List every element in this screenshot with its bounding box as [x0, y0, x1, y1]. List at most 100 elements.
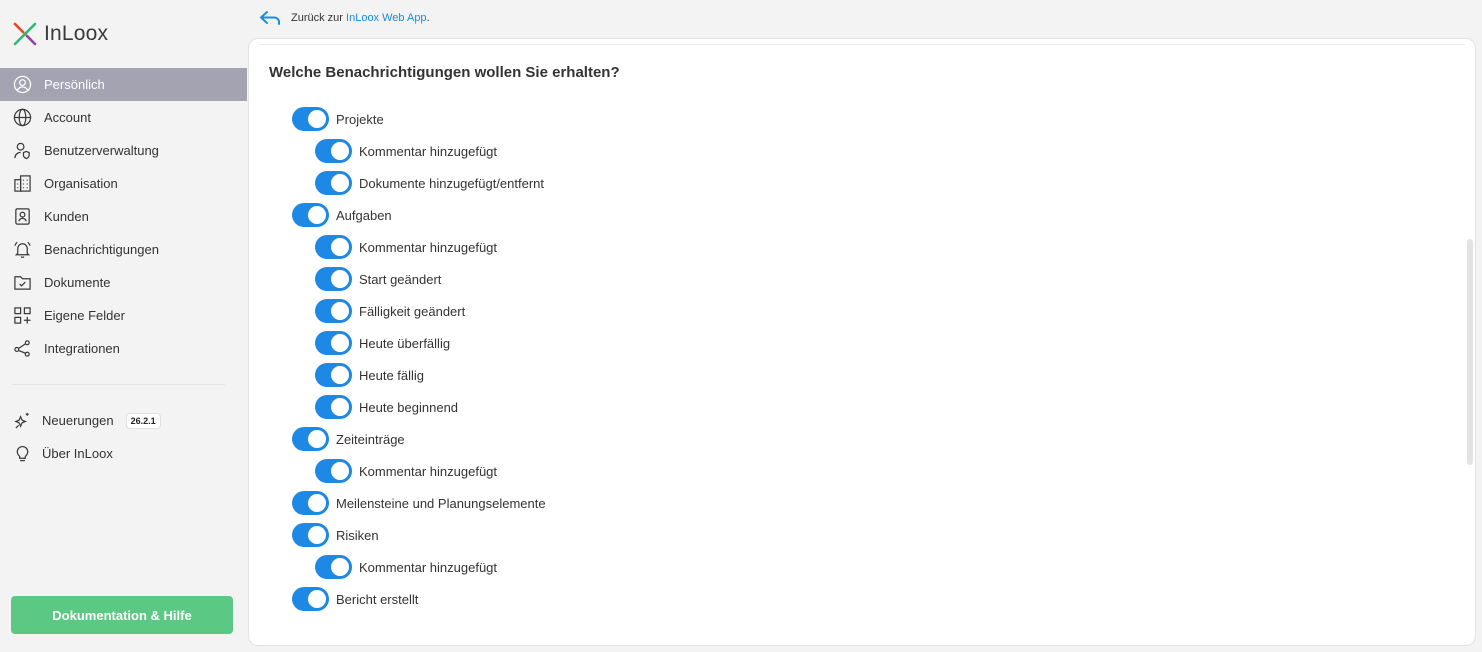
toggle-label: Fälligkeit geändert	[359, 303, 466, 319]
back-link-text: Zurück zur InLoox Web App.	[291, 12, 430, 24]
notification-toggle-row: Meilensteine und Planungselemente	[249, 487, 1475, 519]
toggle-switch[interactable]	[292, 491, 329, 515]
toggle-switch[interactable]	[315, 555, 352, 579]
toggle-switch[interactable]	[315, 235, 352, 259]
user-shield-icon	[12, 141, 32, 161]
back-arrow-icon[interactable]	[258, 10, 282, 26]
toggle-switch[interactable]	[292, 427, 329, 451]
sidebar-item-account[interactable]: Account	[0, 101, 247, 134]
notification-toggle-row: Kommentar hinzugefügt	[249, 231, 1475, 263]
sidebar-item-label: Organisation	[44, 176, 118, 191]
inloox-logo-icon	[13, 22, 37, 46]
notification-toggle-row: Kommentar hinzugefügt	[249, 455, 1475, 487]
toggle-switch[interactable]	[315, 395, 352, 419]
toggle-knob	[308, 526, 326, 544]
logo[interactable]: InLoox	[12, 21, 108, 47]
grid-plus-icon	[12, 306, 32, 326]
sidebar-item-kunden[interactable]: Kunden	[0, 200, 247, 233]
contact-book-icon	[12, 207, 32, 227]
notification-toggle-row: Kommentar hinzugefügt	[249, 551, 1475, 583]
toggle-knob	[331, 238, 349, 256]
toggle-switch[interactable]	[315, 363, 352, 387]
notification-toggle-row: Start geändert	[249, 263, 1475, 295]
sidebar-item-label: Über InLoox	[42, 446, 113, 461]
share-nodes-icon	[12, 339, 32, 359]
toggle-switch[interactable]	[315, 139, 352, 163]
toggle-knob	[308, 430, 326, 448]
notification-toggle-row: Dokumente hinzugefügt/entfernt	[249, 167, 1475, 199]
toggle-switch[interactable]	[292, 203, 329, 227]
sidebar-item-organisation[interactable]: Organisation	[0, 167, 247, 200]
toggle-knob	[308, 110, 326, 128]
bell-icon	[12, 240, 32, 260]
sidebar-item-label: Benachrichtigungen	[44, 242, 159, 257]
sidebar-nav: Persönlich Account Benutzerverwaltung Or…	[0, 68, 247, 365]
panel-scrollbar[interactable]	[1467, 239, 1473, 465]
notification-toggle-row: Kommentar hinzugefügt	[249, 135, 1475, 167]
sidebar-item-integrationen[interactable]: Integrationen	[0, 332, 247, 365]
app-root: InLoox Persönlich Account Benutzerverwal…	[0, 0, 1482, 652]
page-title: Welche Benachrichtigungen wollen Sie erh…	[269, 64, 620, 81]
sidebar-item-label: Integrationen	[44, 341, 120, 356]
toggle-switch[interactable]	[292, 587, 329, 611]
sidebar-item-dokumente[interactable]: Dokumente	[0, 266, 247, 299]
toggle-label: Heute überfällig	[359, 335, 451, 351]
notification-settings-panel: Welche Benachrichtigungen wollen Sie erh…	[248, 38, 1476, 646]
toggle-label: Kommentar hinzugefügt	[359, 143, 498, 159]
toggle-knob	[331, 398, 349, 416]
sidebar-item-label: Eigene Felder	[44, 308, 125, 323]
lightbulb-icon	[12, 444, 32, 464]
notification-toggle-row: Heute beginnend	[249, 391, 1475, 423]
toggle-switch[interactable]	[315, 299, 352, 323]
sidebar-item-neuerungen[interactable]: Neuerungen 26.2.1	[0, 404, 247, 437]
back-link-webapp[interactable]: InLoox Web App	[346, 12, 427, 24]
back-link: Zurück zur InLoox Web App.	[258, 8, 430, 28]
toggle-switch[interactable]	[315, 331, 352, 355]
toggle-label: Kommentar hinzugefügt	[359, 559, 498, 575]
notification-toggle-row: Heute überfällig	[249, 327, 1475, 359]
sidebar-item-label: Benutzerverwaltung	[44, 143, 159, 158]
toggle-label: Zeiteinträge	[336, 431, 405, 447]
version-badge: 26.2.1	[125, 412, 161, 429]
toggle-knob	[331, 174, 349, 192]
sidebar-item-benachrichtigungen[interactable]: Benachrichtigungen	[0, 233, 247, 266]
toggle-knob	[331, 462, 349, 480]
toggle-switch[interactable]	[292, 523, 329, 547]
sidebar-item-ueber-inloox[interactable]: Über InLoox	[0, 437, 247, 470]
notification-toggle-row: Aufgaben	[249, 199, 1475, 231]
sidebar-divider	[12, 384, 225, 385]
toggle-knob	[331, 334, 349, 352]
toggle-label: Heute beginnend	[359, 399, 459, 415]
notification-toggle-row: Projekte	[249, 103, 1475, 135]
toggle-knob	[308, 590, 326, 608]
sidebar-item-persoenlich[interactable]: Persönlich	[0, 68, 247, 101]
toggle-knob	[308, 494, 326, 512]
toggle-label: Risiken	[336, 527, 379, 543]
sidebar-item-benutzerverwaltung[interactable]: Benutzerverwaltung	[0, 134, 247, 167]
toggle-knob	[308, 206, 326, 224]
toggle-knob	[331, 558, 349, 576]
toggle-label: Bericht erstellt	[336, 591, 419, 607]
sparkle-icon	[12, 411, 32, 431]
notification-toggle-row: Risiken	[249, 519, 1475, 551]
toggle-switch[interactable]	[292, 107, 329, 131]
notification-toggle-row: Bericht erstellt	[249, 583, 1475, 615]
toggle-switch[interactable]	[315, 171, 352, 195]
sidebar: InLoox Persönlich Account Benutzerverwal…	[0, 0, 247, 652]
toggle-label: Kommentar hinzugefügt	[359, 463, 498, 479]
documentation-help-button[interactable]: Dokumentation & Hilfe	[11, 596, 233, 634]
sidebar-item-label: Kunden	[44, 209, 89, 224]
back-link-prefix: Zurück zur	[291, 12, 343, 24]
toggle-switch[interactable]	[315, 459, 352, 483]
toggle-knob	[331, 142, 349, 160]
globe-icon	[12, 108, 32, 128]
toggle-label: Heute fällig	[359, 367, 425, 383]
notification-toggle-row: Fälligkeit geändert	[249, 295, 1475, 327]
notification-toggle-row: Zeiteinträge	[249, 423, 1475, 455]
toggle-knob	[331, 270, 349, 288]
building-icon	[12, 174, 32, 194]
sidebar-item-label: Neuerungen	[42, 413, 114, 428]
notification-toggle-list: Projekte Kommentar hinzugefügt Dokumente h…	[249, 103, 1475, 615]
sidebar-item-eigene-felder[interactable]: Eigene Felder	[0, 299, 247, 332]
toggle-switch[interactable]	[315, 267, 352, 291]
